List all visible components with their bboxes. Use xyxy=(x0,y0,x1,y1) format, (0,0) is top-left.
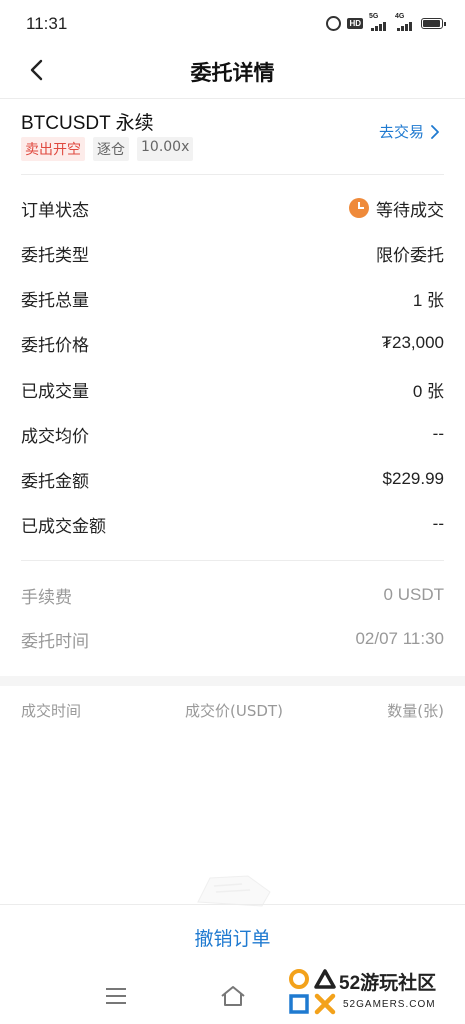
status-bar: 11:31 HD 5G 4G xyxy=(0,0,465,48)
signal-5g-icon: 5G xyxy=(369,13,389,31)
row-fee: 手续费 0 USDT xyxy=(21,580,444,610)
menu-icon[interactable] xyxy=(106,988,126,1004)
order-price-label: 委托价格 xyxy=(21,335,89,356)
filled-amount-value: -- xyxy=(432,514,444,533)
signal-4g-icon: 4G xyxy=(395,13,415,31)
row-filled-quantity: 已成交量 0 张 xyxy=(21,374,444,404)
order-amount-value: $229.99 xyxy=(382,469,444,488)
side-tag: 卖出开空 xyxy=(21,137,85,161)
chevron-right-icon xyxy=(431,124,439,139)
row-order-amount: 委托金额 $229.99 xyxy=(21,464,444,494)
header: 委托详情 xyxy=(0,48,465,94)
total-quantity-label: 委托总量 xyxy=(21,290,89,311)
filled-quantity-value: 0 张 xyxy=(412,381,444,401)
watermark-subtext: 52GAMERS.COM xyxy=(343,999,436,1010)
row-order-time: 委托时间 02/07 11:30 xyxy=(21,624,444,654)
leverage-tag: 10.00x xyxy=(137,137,194,161)
section-separator xyxy=(0,676,465,686)
fee-value: 0 USDT xyxy=(383,585,444,604)
empty-state-illustration xyxy=(197,875,271,907)
symbol-title: BTCUSDT 永续 xyxy=(21,113,154,134)
column-header-trade-time: 成交时间 xyxy=(21,702,82,720)
row-total-quantity: 委托总量 1 张 xyxy=(21,283,444,313)
footer-divider xyxy=(0,904,465,905)
watermark-text: 52游玩社区 xyxy=(339,973,437,994)
go-trade-link[interactable]: 去交易 xyxy=(379,121,439,142)
gamepad-symbols-icon xyxy=(289,969,336,1015)
section-divider xyxy=(21,560,444,561)
go-trade-label: 去交易 xyxy=(378,123,424,141)
order-type-value: 限价委托 xyxy=(376,245,444,265)
filled-quantity-label: 已成交量 xyxy=(21,381,89,402)
average-price-label: 成交均价 xyxy=(21,426,89,447)
column-header-trade-price: 成交价(USDT) xyxy=(185,702,283,720)
signal-5g-label: 5G xyxy=(369,12,379,20)
row-order-type: 委托类型 限价委托 xyxy=(21,238,444,268)
home-icon[interactable] xyxy=(220,985,246,1007)
cancel-order-button[interactable]: 撤销订单 xyxy=(0,924,465,951)
fee-label: 手续费 xyxy=(21,587,72,608)
order-amount-label: 委托金额 xyxy=(21,471,89,492)
page-title: 委托详情 xyxy=(190,61,275,85)
order-type-label: 委托类型 xyxy=(21,245,89,266)
total-quantity-value: 1 张 xyxy=(412,290,444,310)
margin-mode-tag: 逐仓 xyxy=(93,137,129,161)
section-divider xyxy=(21,174,444,175)
order-price-value: ₮23,000 xyxy=(381,333,444,352)
row-average-price: 成交均价 -- xyxy=(21,419,444,449)
signal-4g-label: 4G xyxy=(395,12,405,20)
battery-fill xyxy=(423,20,441,27)
order-tags: 卖出开空 逐仓 10.00x xyxy=(21,137,194,161)
order-time-label: 委托时间 xyxy=(21,631,89,652)
header-divider xyxy=(0,98,465,99)
average-price-value: -- xyxy=(432,424,444,443)
status-icons: HD 5G 4G xyxy=(326,13,446,31)
row-filled-amount: 已成交金额 -- xyxy=(21,509,444,539)
alarm-icon xyxy=(326,16,342,31)
status-time: 11:31 xyxy=(26,14,68,33)
column-header-quantity: 数量(张) xyxy=(387,702,444,720)
order-status-value: 等待成交 xyxy=(376,200,444,220)
row-order-status: 订单状态 等待成交 xyxy=(21,193,444,223)
battery-icon xyxy=(421,18,446,29)
hd-badge: HD xyxy=(347,18,363,29)
order-status-value-wrap: 等待成交 xyxy=(349,196,444,221)
row-order-price: 委托价格 ₮23,000 xyxy=(21,328,444,358)
order-time-value: 02/07 11:30 xyxy=(355,629,444,648)
filled-amount-label: 已成交金额 xyxy=(21,516,106,537)
clock-icon xyxy=(349,198,369,218)
order-status-label: 订单状态 xyxy=(21,200,89,221)
watermark-logo: 52游玩社区 52GAMERS.COM xyxy=(287,966,459,1018)
